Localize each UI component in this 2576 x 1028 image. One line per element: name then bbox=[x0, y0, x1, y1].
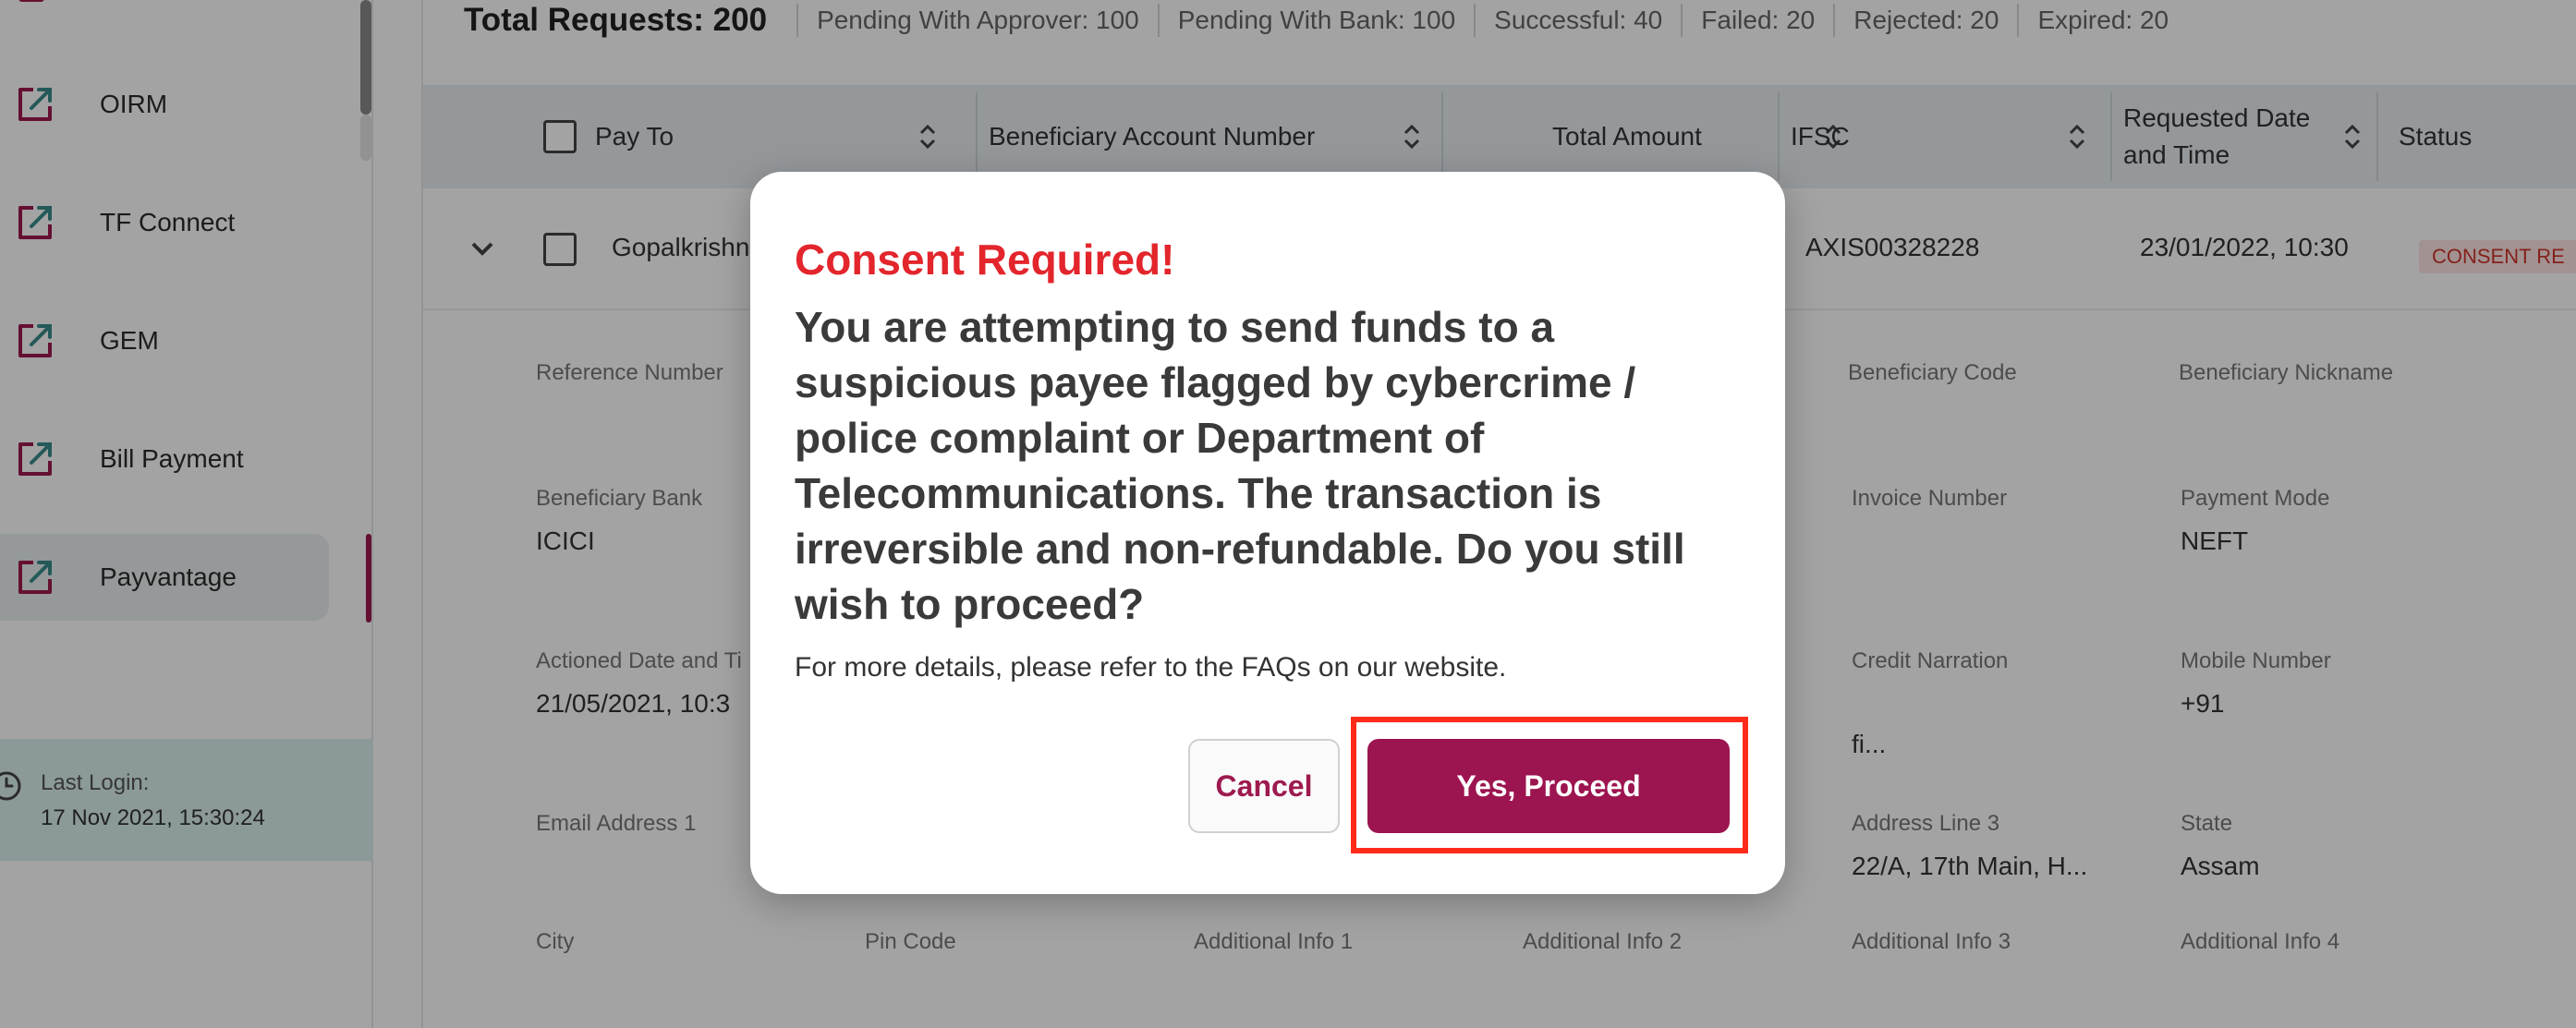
dialog-title: Consent Required! bbox=[795, 236, 1175, 284]
dialog-message: You are attempting to send funds to a su… bbox=[795, 303, 1685, 628]
cancel-button[interactable]: Cancel bbox=[1188, 739, 1340, 833]
highlight-box bbox=[1351, 717, 1748, 853]
dialog-note: For more details, please refer to the FA… bbox=[795, 652, 1507, 683]
